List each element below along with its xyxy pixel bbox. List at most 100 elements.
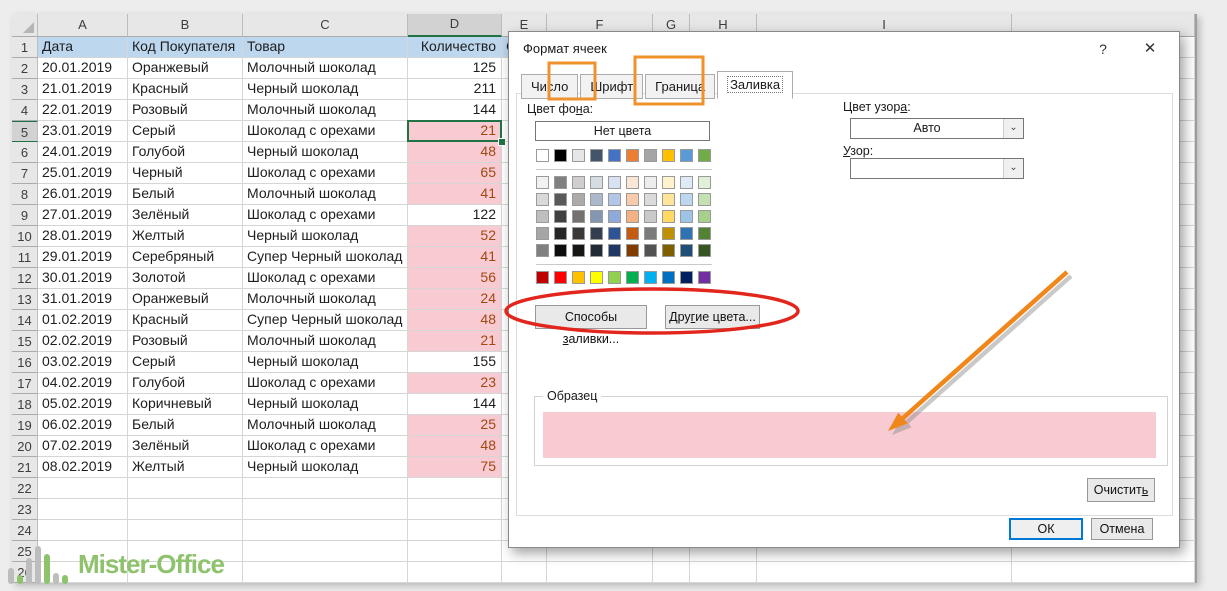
cell-code[interactable]: Серый <box>128 352 243 373</box>
color-swatch[interactable] <box>662 244 675 257</box>
color-swatch[interactable] <box>662 193 675 206</box>
cell-product[interactable]: Черный шоколад <box>243 352 408 373</box>
color-swatch[interactable] <box>644 176 657 189</box>
cell-code[interactable]: Коричневый <box>128 394 243 415</box>
column-header-D[interactable]: D <box>408 14 502 37</box>
color-swatch[interactable] <box>554 271 567 284</box>
cell-code[interactable]: Голубой <box>128 142 243 163</box>
cell-qty[interactable]: 41 <box>408 184 502 205</box>
grid-cell[interactable] <box>243 478 408 499</box>
row-header-19[interactable]: 19 <box>12 415 38 436</box>
cell-qty[interactable]: 24 <box>408 289 502 310</box>
color-swatch[interactable] <box>572 210 585 223</box>
cell-qty[interactable]: 41 <box>408 247 502 268</box>
color-swatch[interactable] <box>698 244 711 257</box>
cell-code[interactable]: Розовый <box>128 100 243 121</box>
color-swatch[interactable] <box>626 244 639 257</box>
row-header-9[interactable]: 9 <box>12 205 38 226</box>
cell-qty[interactable]: 21 <box>408 121 502 142</box>
grid-cell[interactable] <box>502 562 547 583</box>
color-swatch[interactable] <box>536 193 549 206</box>
cell-date[interactable]: 21.01.2019 <box>38 79 128 100</box>
row-header-3[interactable]: 3 <box>12 79 38 100</box>
color-swatch[interactable] <box>572 227 585 240</box>
color-swatch[interactable] <box>644 227 657 240</box>
cell-date[interactable]: 08.02.2019 <box>38 457 128 478</box>
row-header-2[interactable]: 2 <box>12 58 38 79</box>
color-swatch[interactable] <box>554 244 567 257</box>
color-swatch[interactable] <box>626 176 639 189</box>
color-swatch[interactable] <box>644 210 657 223</box>
cell-code[interactable]: Зелёный <box>128 436 243 457</box>
color-swatch[interactable] <box>608 193 621 206</box>
cell-product[interactable]: Шоколад с орехами <box>243 436 408 457</box>
color-swatch[interactable] <box>536 227 549 240</box>
more-colors-button[interactable]: Другие цвета... <box>665 305 760 329</box>
fill-effects-button[interactable]: Способы заливки... <box>535 305 647 329</box>
color-swatch[interactable] <box>680 227 693 240</box>
color-swatch[interactable] <box>572 149 585 162</box>
cell-product[interactable]: Молочный шоколад <box>243 289 408 310</box>
color-swatch[interactable] <box>626 227 639 240</box>
grid-cell[interactable] <box>408 562 502 583</box>
color-swatch[interactable] <box>536 149 549 162</box>
color-swatch[interactable] <box>680 193 693 206</box>
row-header-20[interactable]: 20 <box>12 436 38 457</box>
cancel-button[interactable]: Отмена <box>1091 518 1153 540</box>
grid-cell[interactable] <box>243 562 408 583</box>
color-swatch[interactable] <box>590 244 603 257</box>
cell-date[interactable]: 07.02.2019 <box>38 436 128 457</box>
color-swatch[interactable] <box>644 271 657 284</box>
cell-date[interactable]: 31.01.2019 <box>38 289 128 310</box>
cell-product[interactable]: Шоколад с орехами <box>243 163 408 184</box>
color-swatch[interactable] <box>572 176 585 189</box>
color-swatch[interactable] <box>590 210 603 223</box>
cell-date[interactable]: 24.01.2019 <box>38 142 128 163</box>
grid-cell[interactable] <box>408 520 502 541</box>
color-swatch[interactable] <box>680 210 693 223</box>
cell-product[interactable]: Молочный шоколад <box>243 415 408 436</box>
cell-qty[interactable]: 211 <box>408 79 502 100</box>
ok-button[interactable]: ОК <box>1009 518 1083 540</box>
fill-handle[interactable] <box>498 138 506 146</box>
grid-cell[interactable] <box>757 562 1012 583</box>
color-swatch[interactable] <box>608 210 621 223</box>
color-swatch[interactable] <box>680 271 693 284</box>
cell-header-date[interactable]: Дата <box>38 37 128 58</box>
cell-code[interactable]: Черный <box>128 163 243 184</box>
grid-cell[interactable] <box>243 499 408 520</box>
row-header-7[interactable]: 7 <box>12 163 38 184</box>
clear-button[interactable]: Очистить <box>1087 478 1155 502</box>
color-swatch[interactable] <box>644 149 657 162</box>
cell-qty[interactable]: 52 <box>408 226 502 247</box>
cell-qty[interactable]: 144 <box>408 100 502 121</box>
cell-header-product[interactable]: Товар <box>243 37 408 58</box>
grid-cell[interactable] <box>128 499 243 520</box>
cell-date[interactable]: 30.01.2019 <box>38 268 128 289</box>
cell-qty[interactable]: 144 <box>408 394 502 415</box>
cell-date[interactable]: 04.02.2019 <box>38 373 128 394</box>
color-swatch[interactable] <box>554 193 567 206</box>
tab-заливка[interactable]: Заливка <box>717 71 793 99</box>
cell-code[interactable]: Серебряный <box>128 247 243 268</box>
color-swatch[interactable] <box>608 227 621 240</box>
cell-product[interactable]: Черный шоколад <box>243 142 408 163</box>
close-icon[interactable]: ✕ <box>1139 39 1161 57</box>
cell-product[interactable]: Молочный шоколад <box>243 58 408 79</box>
color-swatch[interactable] <box>536 176 549 189</box>
cell-date[interactable]: 05.02.2019 <box>38 394 128 415</box>
color-swatch[interactable] <box>554 149 567 162</box>
color-swatch[interactable] <box>590 149 603 162</box>
cell-qty[interactable]: 65 <box>408 163 502 184</box>
cell-date[interactable]: 25.01.2019 <box>38 163 128 184</box>
color-swatch[interactable] <box>626 271 639 284</box>
cell-code[interactable]: Белый <box>128 184 243 205</box>
color-swatch[interactable] <box>662 176 675 189</box>
color-swatch[interactable] <box>572 271 585 284</box>
row-header-14[interactable]: 14 <box>12 310 38 331</box>
color-swatch[interactable] <box>698 176 711 189</box>
color-swatch[interactable] <box>608 244 621 257</box>
color-swatch[interactable] <box>536 271 549 284</box>
color-swatch[interactable] <box>590 193 603 206</box>
cell-date[interactable]: 26.01.2019 <box>38 184 128 205</box>
